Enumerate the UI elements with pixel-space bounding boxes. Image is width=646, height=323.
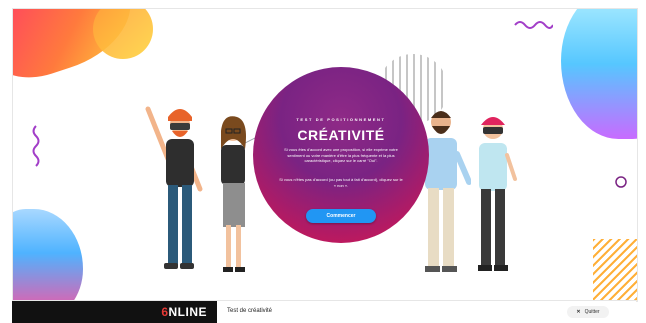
footer-bar: 6NLINE Test de créativité ✕ Quitter (12, 300, 636, 323)
logo-six: 6 (161, 305, 169, 319)
quit-label: Quitter (584, 309, 600, 315)
person-vr-headset-illustration (478, 117, 517, 271)
logo: 6NLINE (12, 301, 217, 323)
logo-text: 6NLINE (161, 305, 207, 319)
decorative-blob (561, 9, 637, 139)
intro-card: TEST DE POSITIONNEMENT CRÉATIVITÉ Si vou… (253, 67, 429, 243)
logo-rest: NLINE (168, 305, 207, 319)
app-window: TEST DE POSITIONNEMENT CRÉATIVITÉ Si vou… (12, 8, 638, 302)
test-eyebrow: TEST DE POSITIONNEMENT (296, 117, 386, 122)
quit-button[interactable]: ✕ Quitter (567, 306, 609, 318)
decorative-blob (13, 209, 83, 301)
squiggle-decoration (514, 21, 553, 29)
test-label: Test de créativité (227, 308, 273, 314)
instruction-agree: Si vous êtes d'accord avec une propositi… (284, 147, 398, 163)
squiggle-decoration (32, 125, 40, 167)
instruction-disagree: Si vous n'êtes pas d'accord (ou pas tout… (279, 177, 403, 188)
decorative-stripes (593, 239, 637, 301)
start-button[interactable]: Commencer (306, 209, 376, 223)
page-title: CRÉATIVITÉ (297, 127, 385, 143)
ring-decoration (615, 176, 627, 188)
decorative-blob (93, 9, 153, 59)
close-icon: ✕ (576, 309, 581, 315)
